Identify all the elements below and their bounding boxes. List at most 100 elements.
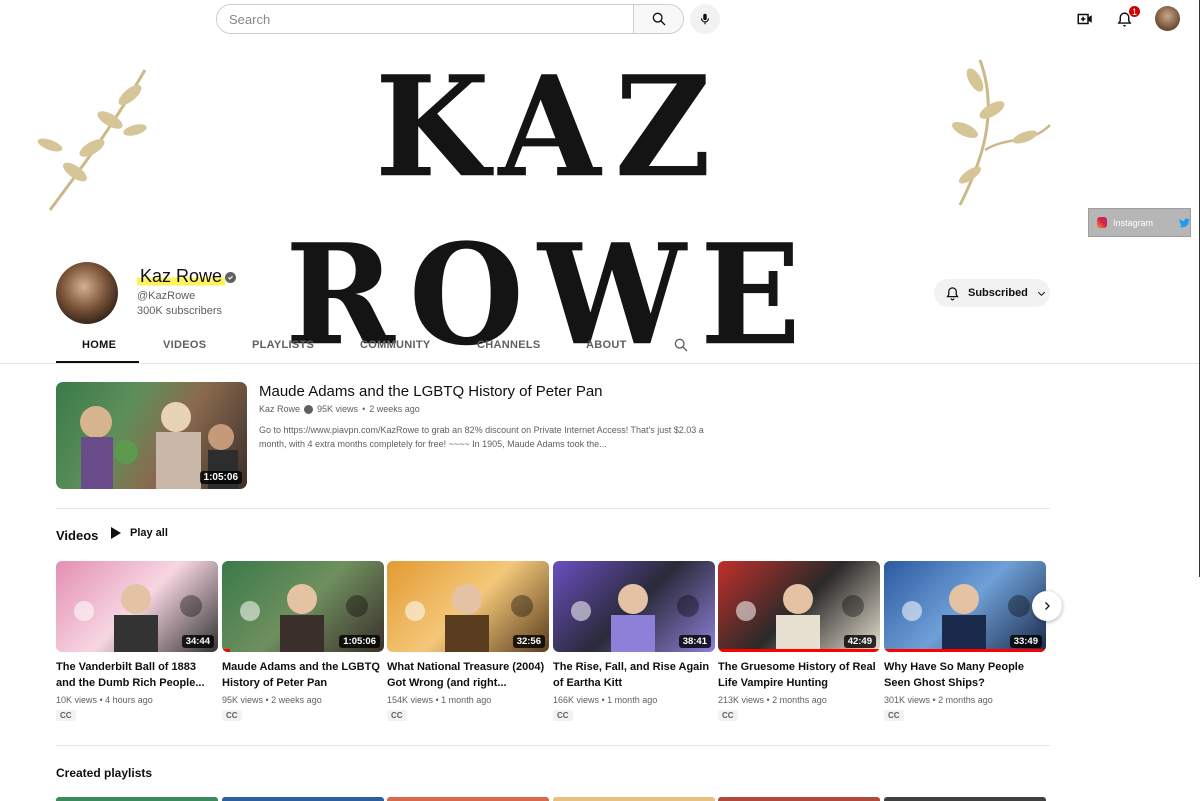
search-input[interactable] [217, 5, 633, 33]
verified-badge-icon [225, 272, 236, 283]
tab-about[interactable]: ABOUT [586, 339, 627, 351]
playlist-thumbnail[interactable] [222, 797, 384, 801]
playlist-thumbnail[interactable] [884, 797, 1046, 801]
playlist-thumbnail[interactable] [553, 797, 715, 801]
video-thumbnail[interactable]: 34:44 [56, 561, 218, 652]
search-button[interactable] [633, 5, 683, 33]
channel-search-button[interactable] [673, 337, 689, 358]
verified-badge-icon [304, 404, 314, 414]
chevron-down-icon [1037, 291, 1045, 296]
subscribed-button[interactable]: Subscribed [934, 279, 1050, 307]
create-video-icon [1077, 13, 1092, 25]
video-card[interactable]: 38:41 The Rise, Fall, and Rise Again of E… [553, 561, 715, 723]
video-meta: 301K views • 2 months ago [884, 695, 993, 705]
playlist-thumbnail[interactable] [56, 797, 218, 801]
video-title[interactable]: The Rise, Fall, and Rise Again of Eartha… [553, 659, 715, 691]
channel-avatar[interactable] [56, 262, 118, 324]
video-duration: 1:05:06 [339, 635, 380, 648]
channel-name: Kaz Rowe [137, 266, 226, 287]
account-avatar[interactable] [1155, 6, 1180, 31]
instagram-icon [1097, 217, 1108, 228]
tab-channels[interactable]: CHANNELS [477, 339, 541, 351]
video-meta: 95K views • 2 weeks ago [222, 695, 322, 705]
video-card[interactable]: 42:49 The Gruesome History of Real Life V… [718, 561, 880, 723]
play-all-button[interactable]: Play all [110, 526, 168, 540]
playlist-thumbnail[interactable] [387, 797, 549, 801]
leaf-decoration-left [37, 69, 147, 211]
video-meta: 10K views • 4 hours ago [56, 695, 153, 705]
watch-progress-bar [222, 649, 231, 652]
video-duration: 1:05:06 [199, 471, 242, 484]
cc-badge: CC [884, 710, 904, 721]
channel-tabs: HOME VIDEOS PLAYLISTS COMMUNITY CHANNELS… [0, 330, 1200, 364]
tab-videos[interactable]: VIDEOS [163, 339, 206, 351]
featured-upload-age: 2 weeks ago [369, 404, 420, 414]
video-meta: 213K views • 2 months ago [718, 695, 827, 705]
cc-badge: CC [718, 710, 738, 721]
featured-channel-name[interactable]: Kaz Rowe [259, 404, 300, 414]
cc-badge: CC [553, 710, 573, 721]
bell-icon [946, 286, 959, 300]
featured-video-meta: Kaz Rowe 95K views • 2 weeks ago [259, 404, 420, 414]
featured-video-thumbnail[interactable]: 1:05:06 [56, 382, 247, 489]
chevron-right-icon [1045, 602, 1050, 610]
tab-home[interactable]: HOME [82, 339, 116, 351]
banner-links[interactable]: Instagram [1088, 208, 1191, 237]
video-duration: 38:41 [678, 635, 711, 648]
instagram-link[interactable]: Instagram [1113, 218, 1153, 228]
cc-badge: CC [56, 710, 76, 721]
playlist-thumbnail[interactable] [718, 797, 880, 801]
video-meta: 166K views • 1 month ago [553, 695, 658, 705]
twitter-icon[interactable] [1179, 217, 1190, 228]
video-title[interactable]: Why Have So Many People Seen Ghost Ships… [884, 659, 1046, 691]
video-title[interactable]: What National Treasure (2004) Got Wrong … [387, 659, 549, 691]
subscribed-label: Subscribed [968, 287, 1028, 299]
play-all-label: Play all [130, 527, 168, 539]
video-thumbnail[interactable]: 1:05:06 [222, 561, 384, 652]
video-thumbnail[interactable]: 42:49 [718, 561, 880, 652]
video-title[interactable]: The Gruesome History of Real Life Vampir… [718, 659, 880, 691]
search-box [216, 4, 684, 34]
cc-badge: CC [387, 710, 407, 721]
video-thumbnail[interactable]: 38:41 [553, 561, 715, 652]
cc-badge: CC [222, 710, 242, 721]
voice-search-button[interactable] [690, 4, 720, 34]
video-duration: 33:49 [1009, 635, 1042, 648]
video-thumbnail[interactable]: 33:49 [884, 561, 1046, 652]
video-card[interactable]: 34:44 The Vanderbilt Ball of 1883 and the… [56, 561, 218, 723]
channel-handle: @KazRowe [137, 290, 196, 302]
featured-video-description: Go to https://www.piavpn.com/KazRowe to … [259, 425, 704, 449]
video-meta: 154K views • 1 month ago [387, 695, 492, 705]
notifications-button[interactable]: 1 [1113, 5, 1141, 30]
video-title[interactable]: Maude Adams and the LGBTQ History of Pet… [222, 659, 384, 691]
video-duration: 32:56 [512, 635, 545, 648]
tab-playlists[interactable]: PLAYLISTS [252, 339, 314, 351]
section-divider [56, 745, 1050, 746]
notification-count-badge: 1 [1128, 5, 1141, 18]
meta-separator: • [362, 404, 366, 414]
tab-community[interactable]: COMMUNITY [360, 339, 431, 351]
featured-view-count: 95K views [317, 404, 359, 414]
play-icon [111, 527, 121, 539]
created-playlists-title[interactable]: Created playlists [56, 766, 152, 780]
video-duration: 42:49 [843, 635, 876, 648]
leaf-decoration-right [952, 59, 1051, 206]
search-icon [652, 12, 665, 26]
video-card[interactable]: 33:49 Why Have So Many People Seen Ghost … [884, 561, 1046, 723]
video-card[interactable]: 1:05:06 Maude Adams and the LGBTQ History… [222, 561, 384, 723]
search-icon [674, 338, 688, 352]
mic-icon [700, 13, 710, 25]
shelf-next-button[interactable] [1032, 591, 1062, 621]
video-title[interactable]: The Vanderbilt Ball of 1883 and the Dumb… [56, 659, 218, 691]
section-divider [56, 508, 1050, 509]
featured-video-title[interactable]: Maude Adams and the LGBTQ History of Pet… [259, 383, 603, 400]
watch-progress-bar [718, 649, 880, 652]
video-card[interactable]: 32:56 What National Treasure (2004) Got W… [387, 561, 549, 723]
active-tab-indicator [56, 361, 139, 363]
create-button[interactable] [1074, 8, 1096, 30]
subscriber-count: 300K subscribers [137, 305, 222, 317]
video-thumbnail[interactable]: 32:56 [387, 561, 549, 652]
videos-shelf-title[interactable]: Videos [56, 528, 98, 543]
channel-banner: KAZ ROWE [0, 40, 1090, 377]
video-duration: 34:44 [181, 635, 214, 648]
